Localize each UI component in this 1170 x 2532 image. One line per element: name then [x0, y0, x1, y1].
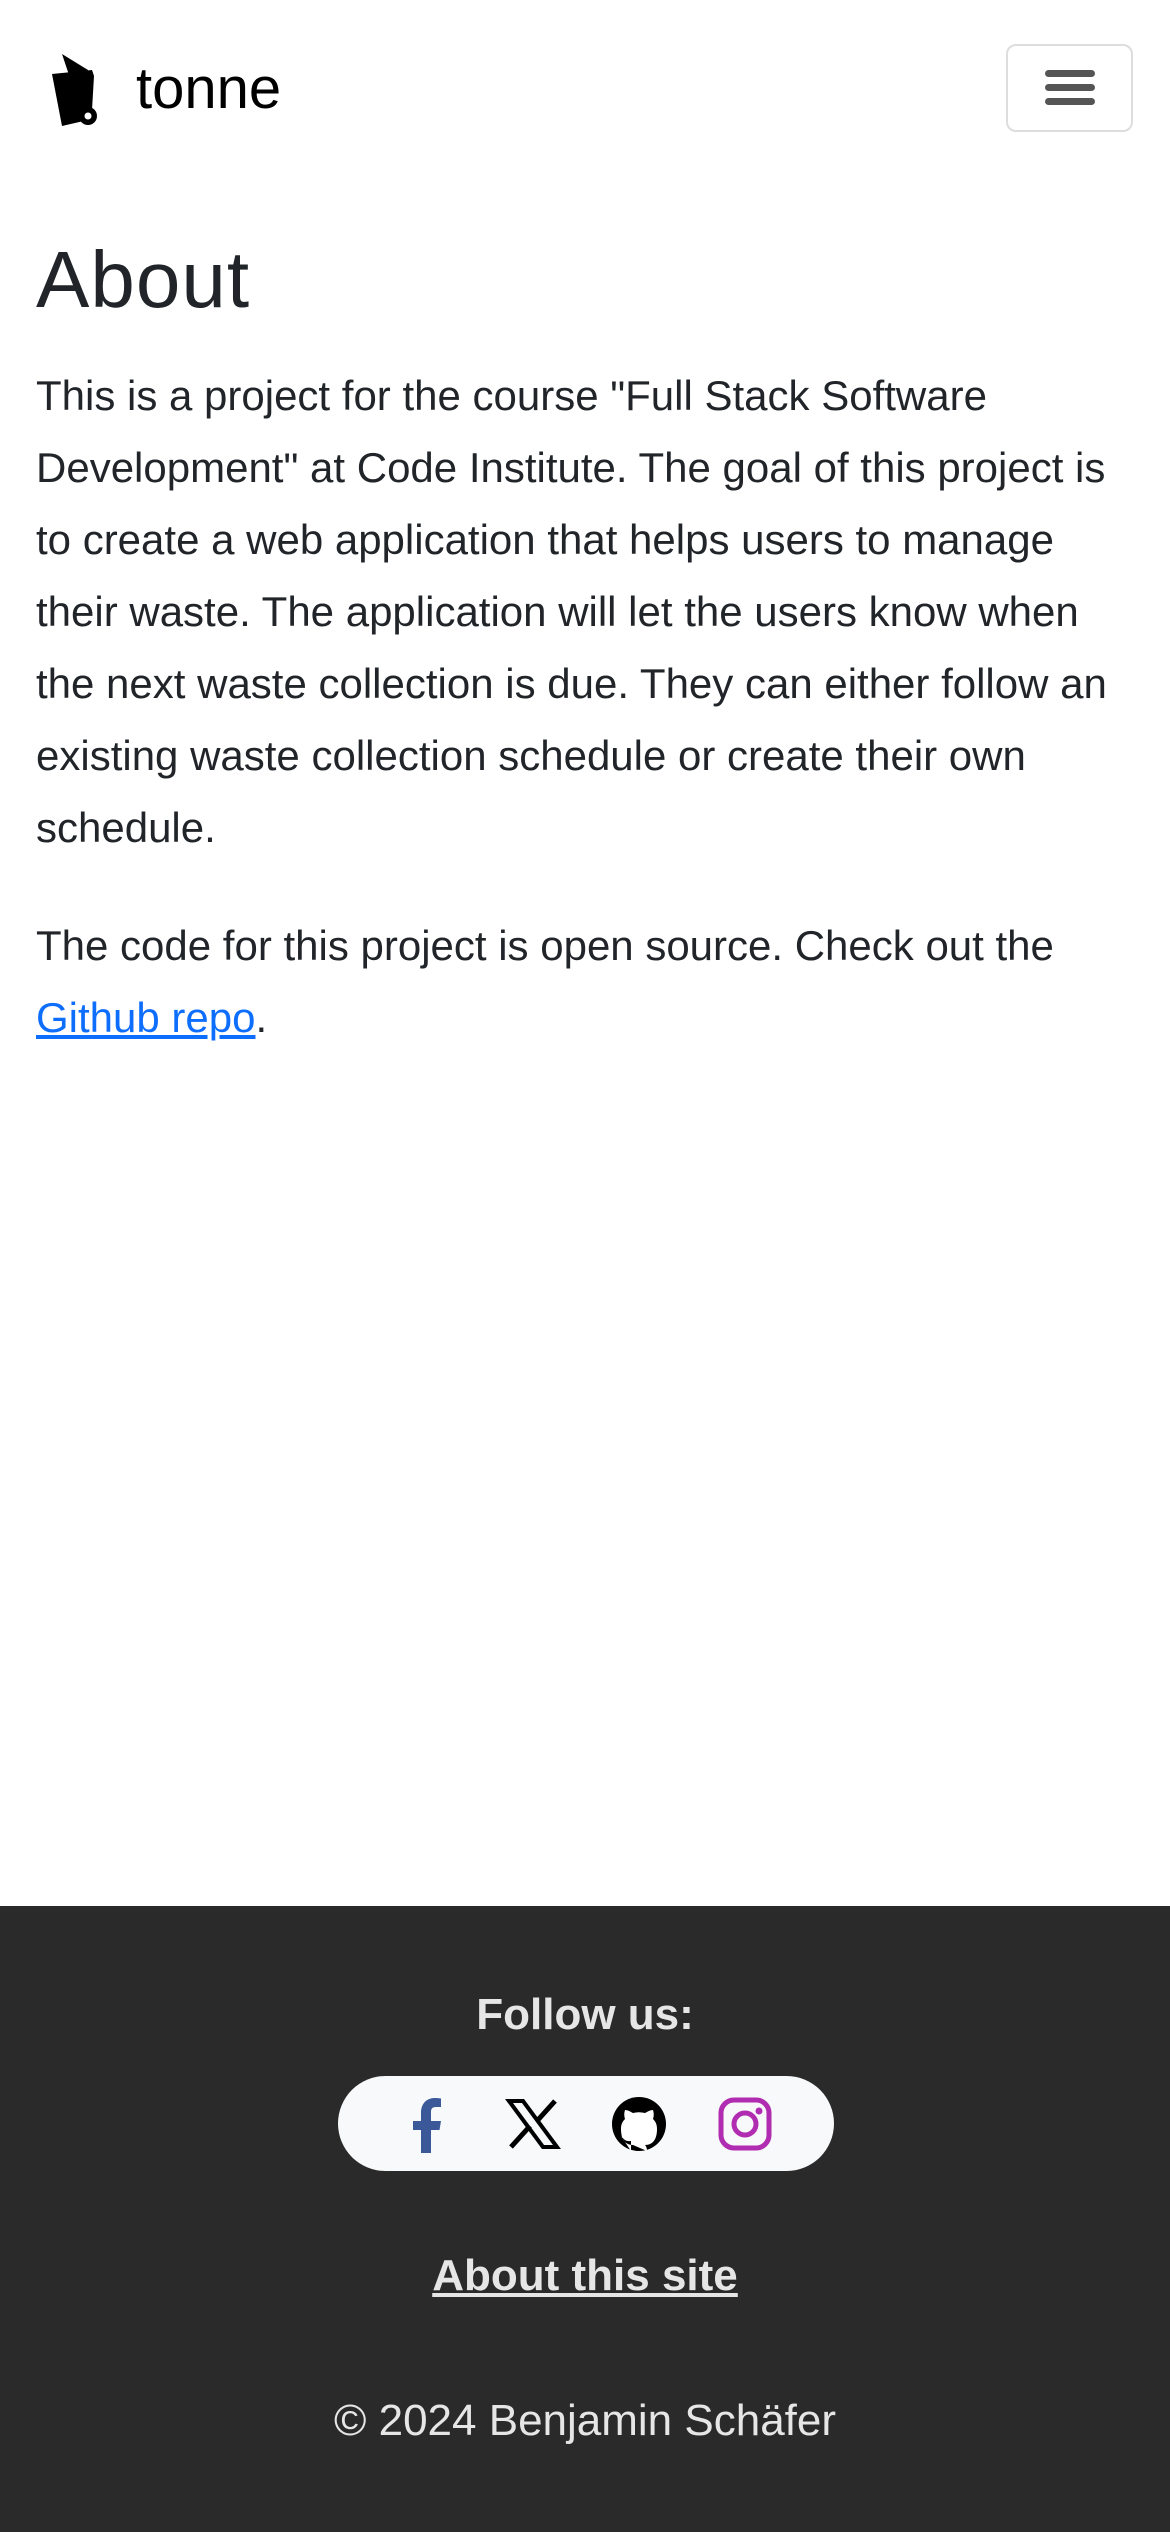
x-icon	[505, 2098, 561, 2149]
follow-us-label: Follow us:	[476, 1990, 694, 2039]
main-content: About This is a project for the course "…	[36, 230, 1136, 1100]
menu-toggle-button[interactable]	[1006, 44, 1133, 132]
github-icon	[612, 2096, 666, 2151]
trash-bin-logo-icon	[52, 54, 97, 126]
instagram-icon	[718, 2097, 772, 2150]
open-source-paragraph: The code for this project is open source…	[36, 910, 1136, 1054]
social-links	[338, 2076, 834, 2171]
about-this-site-link[interactable]: About this site	[0, 2251, 1170, 2301]
brand-link[interactable]: tonne	[48, 48, 281, 134]
page-title: About	[36, 235, 251, 324]
brand-name: tonne	[136, 55, 282, 121]
footer: Follow us: About this site © 2024 Benjam…	[0, 1906, 1170, 2532]
facebook-link[interactable]	[399, 2095, 455, 2153]
copyright: © 2024 Benjamin Schäfer	[333, 2396, 837, 2445]
about-paragraph: This is a project for the course "Full S…	[36, 372, 1107, 851]
navbar: tonne	[0, 0, 1170, 180]
paragraph-text-end: .	[255, 994, 268, 1041]
facebook-icon	[413, 2097, 441, 2153]
github-link[interactable]	[611, 2095, 667, 2153]
hamburger-icon	[1044, 70, 1095, 105]
github-repo-link[interactable]: Github repo	[36, 994, 255, 1041]
x-link[interactable]	[505, 2095, 561, 2153]
instagram-link[interactable]	[717, 2095, 773, 2153]
paragraph-text: The code for this project is open source…	[36, 922, 1054, 969]
